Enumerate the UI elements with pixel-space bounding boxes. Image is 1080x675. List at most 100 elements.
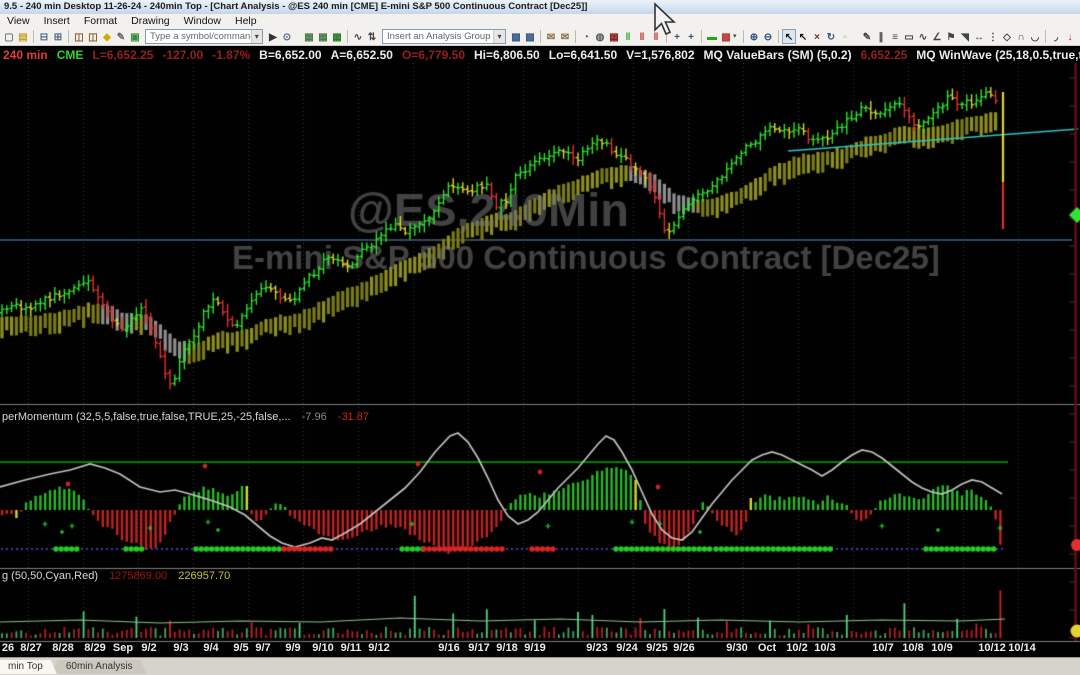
menu-item-drawing[interactable]: Drawing bbox=[124, 14, 177, 28]
analysis-grid-icon-1[interactable]: ▩ bbox=[509, 29, 523, 44]
menu-item-format[interactable]: Format bbox=[77, 14, 124, 28]
session-clock-icon[interactable]: ◔ bbox=[579, 29, 593, 44]
flag-tool-icon[interactable]: ⚑ bbox=[944, 29, 958, 44]
window-grid-icon-2[interactable]: ▦ bbox=[316, 29, 330, 44]
workspace-tab-60min-analysis[interactable]: 60min Analysis bbox=[52, 660, 147, 674]
quote-field-volume: V=1,576,802 bbox=[626, 48, 694, 62]
analysis-group-input[interactable]: Insert an Analysis Group▾ bbox=[382, 29, 506, 44]
chevron-down-icon[interactable]: ▾ bbox=[733, 29, 740, 44]
extend-tool-icon[interactable]: ↔ bbox=[972, 29, 986, 44]
down-bars-icon-1[interactable]: ‖ bbox=[635, 29, 649, 44]
x-axis-label: 9/4 bbox=[203, 642, 218, 654]
swap-icon[interactable]: ⇅ bbox=[365, 29, 379, 44]
x-axis-label: 10/2 bbox=[786, 642, 807, 654]
alert-icon-1[interactable]: ✉ bbox=[544, 29, 558, 44]
volume-value-1: 1275869.00 bbox=[109, 570, 167, 582]
export-icon-2[interactable]: ◫ bbox=[86, 29, 100, 44]
quote-bar: 240 minCMEL=6,652.25-127.00-1.87%B=6,652… bbox=[0, 46, 1080, 63]
style-tools-icon[interactable]: ✎ bbox=[114, 29, 128, 44]
menu-item-insert[interactable]: Insert bbox=[37, 14, 77, 28]
diamond-tool-icon[interactable]: ◇ bbox=[1000, 29, 1014, 44]
zoom-in-icon[interactable]: ⊕ bbox=[747, 29, 761, 44]
sheet-tab-bar: min Top60min Analysis bbox=[0, 657, 1080, 675]
pointer-alt-tool-icon[interactable]: ↖ bbox=[796, 29, 810, 44]
up-bars-icon[interactable]: ‖ bbox=[621, 29, 635, 44]
wave-tool-icon[interactable]: ∿ bbox=[916, 29, 930, 44]
trendline-tool-icon[interactable]: ◥ bbox=[958, 29, 972, 44]
tools-icon[interactable]: × bbox=[810, 29, 824, 44]
quote-field-valuebars-value: 6,652.25 bbox=[861, 48, 908, 62]
dome-tool-icon[interactable]: ∩ bbox=[1014, 29, 1028, 44]
export-icon-1[interactable]: ◫ bbox=[72, 29, 86, 44]
open-desktop-icon[interactable]: ▤ bbox=[16, 29, 30, 44]
chart-area[interactable]: perMomentum (32,5,5,false,true,false,TRU… bbox=[0, 63, 1080, 657]
window-grid-icon-1[interactable]: ▦ bbox=[302, 29, 316, 44]
application-window: 9.5 - 240 min Desktop 11-26-24 - 240min … bbox=[0, 0, 1080, 675]
refresh-icon[interactable]: ↻ bbox=[824, 29, 838, 44]
menu-bar: ViewInsertFormatDrawingWindowHelp bbox=[0, 14, 1080, 28]
palette-icon[interactable]: ▣ bbox=[128, 29, 142, 44]
window-grid-icon-3[interactable]: ▦ bbox=[330, 29, 344, 44]
print-icon[interactable]: ⊟ bbox=[37, 29, 51, 44]
print-setup-icon[interactable]: ⊞ bbox=[51, 29, 65, 44]
draw-pencil-icon[interactable]: ✎ bbox=[860, 29, 874, 44]
rectangle-tool-icon[interactable]: ▭ bbox=[902, 29, 916, 44]
x-axis-label: 9/2 bbox=[141, 642, 156, 654]
crosshair-icon-2[interactable]: + bbox=[684, 29, 698, 44]
x-axis-label: 9/11 bbox=[341, 642, 362, 654]
x-axis-label: 10/14 bbox=[1008, 642, 1036, 654]
x-axis-label: 9/7 bbox=[255, 642, 270, 654]
arc-tool-icon[interactable]: ◡ bbox=[1028, 29, 1042, 44]
x-axis-label: 9/25 bbox=[646, 642, 667, 654]
combo-placeholder: Type a symbol/command bbox=[150, 31, 251, 42]
x-axis-label: 9/9 bbox=[285, 642, 300, 654]
x-axis-label: 10/9 bbox=[931, 642, 952, 654]
chart-canvas[interactable] bbox=[0, 63, 1080, 657]
vertical-lines-icon[interactable]: ∥ bbox=[874, 29, 888, 44]
symbol-command-input[interactable]: Type a symbol/command▾ bbox=[145, 29, 263, 44]
x-axis-label: 9/19 bbox=[524, 642, 545, 654]
x-axis-label: 26 bbox=[2, 642, 14, 654]
angle-tool-icon[interactable]: ∠ bbox=[930, 29, 944, 44]
chevron-down-icon[interactable]: ▾ bbox=[251, 30, 262, 43]
combo-placeholder: Insert an Analysis Group bbox=[387, 31, 491, 42]
heatmap-icon[interactable]: ▦ bbox=[607, 29, 621, 44]
toolbar-separator bbox=[68, 30, 69, 43]
go-icon[interactable]: ▶ bbox=[266, 29, 280, 44]
zoom-out-icon[interactable]: ⊖ bbox=[761, 29, 775, 44]
toolbar-separator bbox=[743, 30, 744, 43]
workspace-tab-min-top[interactable]: min Top bbox=[0, 660, 57, 674]
x-axis-label: 9/30 bbox=[726, 642, 747, 654]
pointer-tool-icon[interactable]: ↖ bbox=[782, 29, 796, 44]
menu-item-help[interactable]: Help bbox=[228, 14, 264, 28]
menu-item-view[interactable]: View bbox=[0, 14, 37, 28]
curve-down-icon[interactable]: ◞ bbox=[1049, 29, 1063, 44]
bid-ask-icon[interactable]: ▬ bbox=[705, 29, 719, 44]
x-axis-label: 9/23 bbox=[586, 642, 607, 654]
menu-item-window[interactable]: Window bbox=[177, 14, 228, 28]
quote-field-exchange: CME bbox=[57, 48, 84, 62]
chevron-down-icon[interactable]: ▾ bbox=[493, 30, 505, 43]
toolbar-separator bbox=[1045, 30, 1046, 43]
quote-field-bid: B=6,652.00 bbox=[259, 48, 321, 62]
analysis-grid-icon-2[interactable]: ▩ bbox=[523, 29, 537, 44]
curve-icon[interactable]: ∿ bbox=[351, 29, 365, 44]
toolbar-separator bbox=[33, 30, 34, 43]
volume-value-2: 226957.70 bbox=[178, 570, 230, 582]
x-axis-label: 10/7 bbox=[872, 642, 893, 654]
disabled-icon[interactable]: ▫ bbox=[838, 29, 852, 44]
chart-lookup-icon[interactable]: ⊙ bbox=[280, 29, 294, 44]
lock-icon[interactable]: ◆ bbox=[100, 29, 114, 44]
horizontal-lines-icon[interactable]: ≡ bbox=[888, 29, 902, 44]
arrow-down-icon[interactable]: ↓ bbox=[1063, 29, 1077, 44]
new-window-icon[interactable]: ▢ bbox=[2, 29, 16, 44]
momentum-indicator-label: perMomentum (32,5,5,false,true,false,TRU… bbox=[2, 411, 369, 423]
x-axis-label: 10/3 bbox=[814, 642, 835, 654]
dots-tool-icon[interactable]: ⋮ bbox=[986, 29, 1000, 44]
alert-icon-2[interactable]: ✉ bbox=[558, 29, 572, 44]
x-axis[interactable]: 268/278/288/29Sep9/29/39/49/59/79/99/109… bbox=[0, 641, 1080, 657]
x-axis-label: 9/24 bbox=[616, 642, 637, 654]
globe-icon[interactable]: ◍ bbox=[593, 29, 607, 44]
matrix-icon[interactable]: ▩ bbox=[719, 29, 733, 44]
x-axis-label: Sep bbox=[113, 642, 133, 654]
